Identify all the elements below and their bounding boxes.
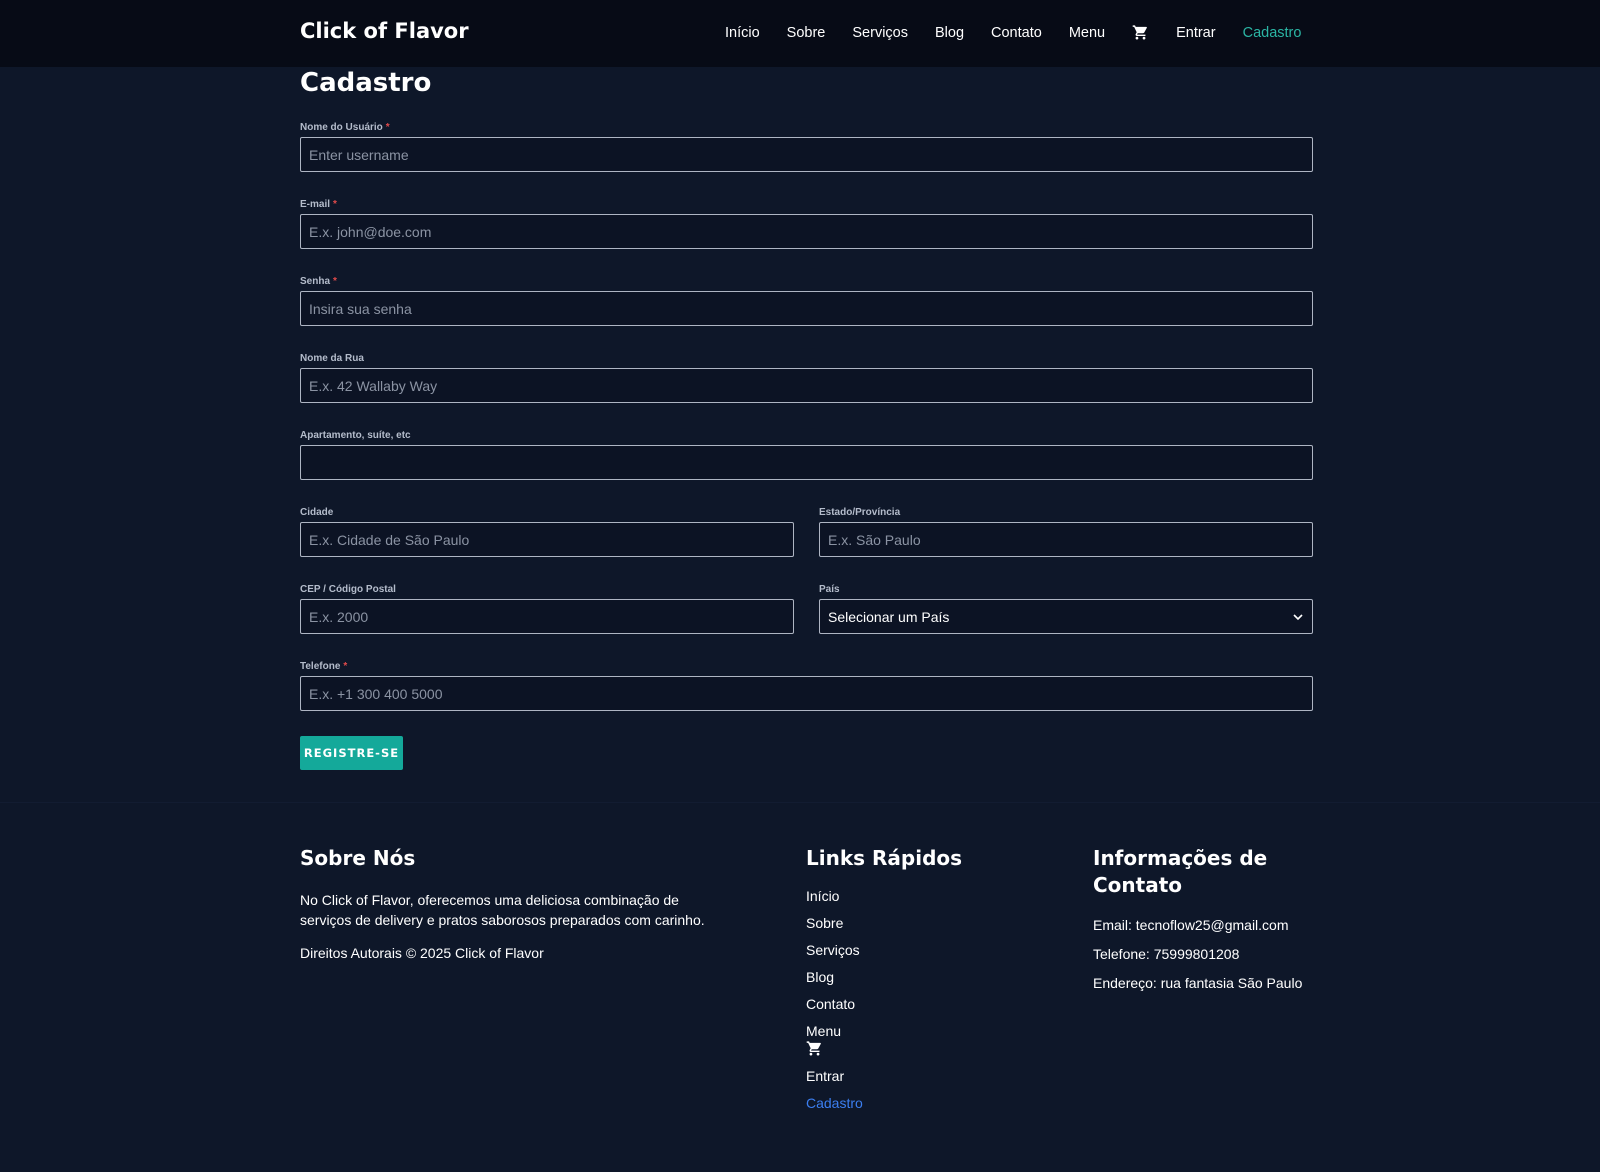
brand-logo-text[interactable]: Click of Flavor xyxy=(300,19,469,43)
street-field-group: Nome da Rua xyxy=(300,352,1313,403)
cart-icon[interactable] xyxy=(1132,24,1149,41)
footer-link-inicio[interactable]: Início xyxy=(806,887,863,914)
city-field-group: Cidade xyxy=(300,506,794,557)
about-text-line: No Click of Flavor, oferecemos uma delic… xyxy=(300,892,679,908)
apartment-label: Apartamento, suíte, etc xyxy=(300,430,411,441)
country-select-value: Selecionar um País xyxy=(828,608,950,625)
quick-links-heading: Links Rápidos xyxy=(806,846,963,870)
footer-link-contato[interactable]: Contato xyxy=(806,995,863,1022)
nav-link-servicos[interactable]: Serviços xyxy=(852,25,908,41)
apartment-field-group: Apartamento, suíte, etc xyxy=(300,429,1313,480)
email-input[interactable] xyxy=(300,214,1313,249)
footer-link-servicos[interactable]: Serviços xyxy=(806,941,863,968)
footer-cart-icon[interactable] xyxy=(806,1040,863,1060)
nav-link-inicio[interactable]: Início xyxy=(725,25,760,41)
nav-link-entrar[interactable]: Entrar xyxy=(1176,25,1216,41)
state-input[interactable] xyxy=(819,522,1313,557)
state-label: Estado/Província xyxy=(819,507,901,518)
state-field-group: Estado/Província xyxy=(819,506,1313,557)
nav-link-contato[interactable]: Contato xyxy=(991,25,1042,41)
country-field-group: País Selecionar um País xyxy=(819,583,1313,634)
footer-divider xyxy=(0,802,1600,803)
phone-field-group: Telefone * xyxy=(300,660,1313,711)
phone-input[interactable] xyxy=(300,676,1313,711)
street-label: Nome da Rua xyxy=(300,353,364,364)
footer-link-sobre[interactable]: Sobre xyxy=(806,914,863,941)
zip-field-group: CEP / Código Postal xyxy=(300,583,794,634)
about-heading: Sobre Nós xyxy=(300,846,416,870)
email-field-group: E-mail * xyxy=(300,198,1313,249)
apartment-input[interactable] xyxy=(300,445,1313,480)
country-label: País xyxy=(819,584,840,595)
copyright-text: Direitos Autorais © 2025 Click of Flavor xyxy=(300,945,544,961)
about-text-line: serviços de delivery e pratos saborosos … xyxy=(300,912,705,928)
top-navbar: Click of Flavor Início Sobre Serviços Bl… xyxy=(0,0,1600,67)
quick-links-list: Início Sobre Serviços Blog Contato Menu … xyxy=(806,887,863,1121)
password-field-group: Senha * xyxy=(300,275,1313,326)
country-select[interactable]: Selecionar um País xyxy=(819,599,1313,634)
about-text: No Click of Flavor, oferecemos uma delic… xyxy=(300,890,705,930)
username-label: Nome do Usuário * xyxy=(300,122,390,133)
contact-heading-line: Informações de xyxy=(1093,846,1268,870)
contact-address: Endereço: rua fantasia São Paulo xyxy=(1093,975,1303,991)
password-label: Senha * xyxy=(300,276,337,287)
phone-label: Telefone * xyxy=(300,661,348,672)
username-input[interactable] xyxy=(300,137,1313,172)
city-label: Cidade xyxy=(300,507,334,518)
email-label: E-mail * xyxy=(300,199,337,210)
nav-link-cadastro[interactable]: Cadastro xyxy=(1243,25,1302,41)
username-field-group: Nome do Usuário * xyxy=(300,121,1313,172)
footer-link-entrar[interactable]: Entrar xyxy=(806,1067,863,1094)
street-input[interactable] xyxy=(300,368,1313,403)
footer-link-menu[interactable]: Menu xyxy=(806,1022,863,1040)
contact-phone: Telefone: 75999801208 xyxy=(1093,946,1240,962)
chevron-down-icon xyxy=(1293,613,1303,620)
password-input[interactable] xyxy=(300,291,1313,326)
nav-link-blog[interactable]: Blog xyxy=(935,25,964,41)
footer-link-blog[interactable]: Blog xyxy=(806,968,863,995)
zip-label: CEP / Código Postal xyxy=(300,584,396,595)
contact-heading: Informações de Contato xyxy=(1093,845,1267,899)
zip-input[interactable] xyxy=(300,599,794,634)
nav-link-sobre[interactable]: Sobre xyxy=(787,25,826,41)
contact-email: Email: tecnoflow25@gmail.com xyxy=(1093,917,1289,933)
main-nav: Início Sobre Serviços Blog Contato Menu … xyxy=(725,24,1301,41)
register-button[interactable]: REGISTRE-SE xyxy=(300,736,403,770)
nav-link-menu[interactable]: Menu xyxy=(1069,25,1105,41)
page-title: Cadastro xyxy=(300,68,432,98)
footer-link-cadastro[interactable]: Cadastro xyxy=(806,1094,863,1121)
city-input[interactable] xyxy=(300,522,794,557)
contact-heading-line: Contato xyxy=(1093,873,1183,897)
